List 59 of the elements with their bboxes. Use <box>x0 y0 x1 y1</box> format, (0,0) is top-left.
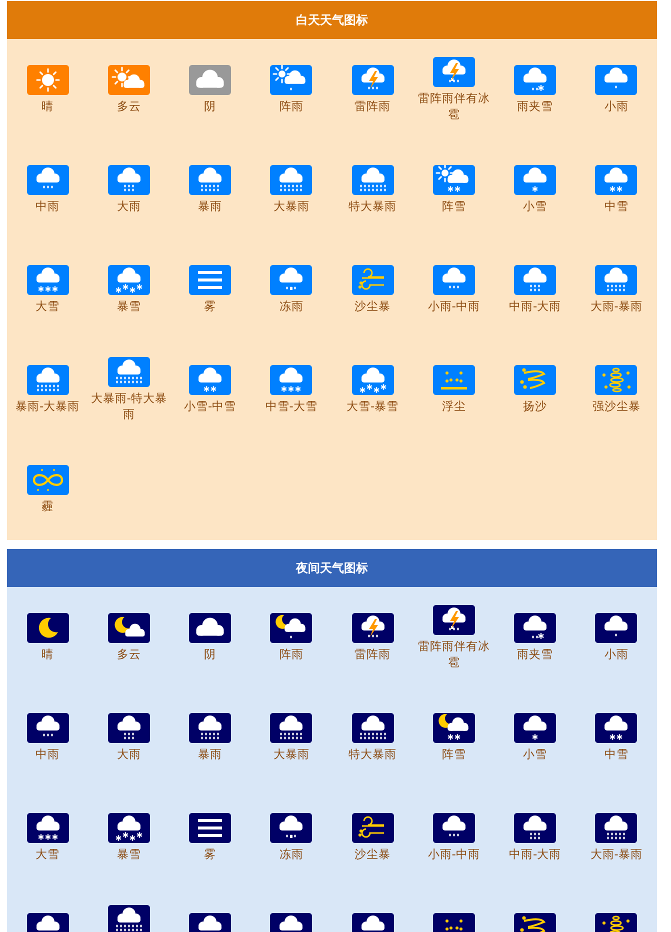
weather-label: 小雨-中雨 <box>426 846 481 862</box>
weather-label: 阵雨 <box>278 98 304 114</box>
weather-label: 特大暴雨 <box>348 746 398 762</box>
weather-label: 阵雪 <box>440 198 467 214</box>
weather-label: 雨夹雪 <box>516 646 554 662</box>
weather-label: 雷阵雨伴有冰雹 <box>416 90 491 122</box>
weather-label: 中雨-大雨 <box>508 846 562 862</box>
weather-label: 沙尘暴 <box>354 846 392 862</box>
weather-label: 大雨 <box>116 198 142 214</box>
weather-label: 阵雨 <box>278 646 304 662</box>
weather-label: 小雪 <box>522 746 548 762</box>
weather-label: 小雪-中雪 <box>183 398 238 414</box>
weather-label: 小雪 <box>522 198 548 214</box>
weather-label: 暴雨-大暴雨 <box>14 398 81 414</box>
weather-label: 特大暴雨 <box>348 198 398 214</box>
weather-label: 霾 <box>40 498 55 514</box>
weather-label: 中雪 <box>603 198 630 214</box>
weather-label: 阵雪 <box>440 746 467 762</box>
weather-label: 沙尘暴 <box>354 298 392 314</box>
weather-label: 中雨-大雨 <box>508 298 562 314</box>
weather-label: 大雪 <box>34 846 61 862</box>
weather-label: 冻雨 <box>278 298 304 314</box>
weather-label: 中雪-大雪 <box>264 398 318 414</box>
weather-label: 雷阵雨 <box>354 646 392 662</box>
weather-label: 阴 <box>203 98 218 114</box>
weather-label: 大雨 <box>116 746 142 762</box>
weather-label: 强沙尘暴 <box>591 398 642 414</box>
weather-label: 扬沙 <box>522 398 548 414</box>
weather-label: 暴雪 <box>116 846 142 862</box>
weather-label: 大雪-暴雪 <box>346 398 400 414</box>
weather-label: 小雨 <box>603 646 630 662</box>
weather-label: 雷阵雨 <box>354 98 392 114</box>
panel-title: 夜间天气图标 <box>296 560 368 577</box>
weather-label: 雾 <box>203 298 218 314</box>
weather-label: 暴雪 <box>116 298 142 314</box>
weather-label: 暴雨 <box>197 746 224 762</box>
weather-label: 暴雨 <box>197 198 224 214</box>
weather-label: 大暴雨-特大暴雨 <box>90 390 168 422</box>
weather-label: 多云 <box>116 646 142 662</box>
weather-label: 雨夹雪 <box>516 98 554 114</box>
weather-label: 大暴雨 <box>272 198 310 214</box>
weather-label: 大雪 <box>34 298 61 314</box>
weather-label: 大雨-暴雨 <box>589 298 644 314</box>
weather-label: 晴 <box>40 646 55 662</box>
weather-label: 冻雨 <box>278 846 304 862</box>
weather-label: 阴 <box>203 646 218 662</box>
weather-label: 雷阵雨伴有冰雹 <box>416 638 491 670</box>
weather-label: 中雨 <box>34 198 61 214</box>
weather-label: 小雨-中雨 <box>426 298 481 314</box>
weather-label: 浮尘 <box>440 398 467 414</box>
weather-label: 雾 <box>203 846 218 862</box>
weather-label: 大暴雨 <box>272 746 310 762</box>
weather-label: 多云 <box>116 98 142 114</box>
weather-label: 小雨 <box>603 98 630 114</box>
weather-label: 中雪 <box>603 746 630 762</box>
weather-label: 晴 <box>40 98 55 114</box>
panel-title: 白天天气图标 <box>296 12 368 29</box>
weather-label: 大雨-暴雨 <box>589 846 644 862</box>
weather-label: 中雨 <box>34 746 61 762</box>
